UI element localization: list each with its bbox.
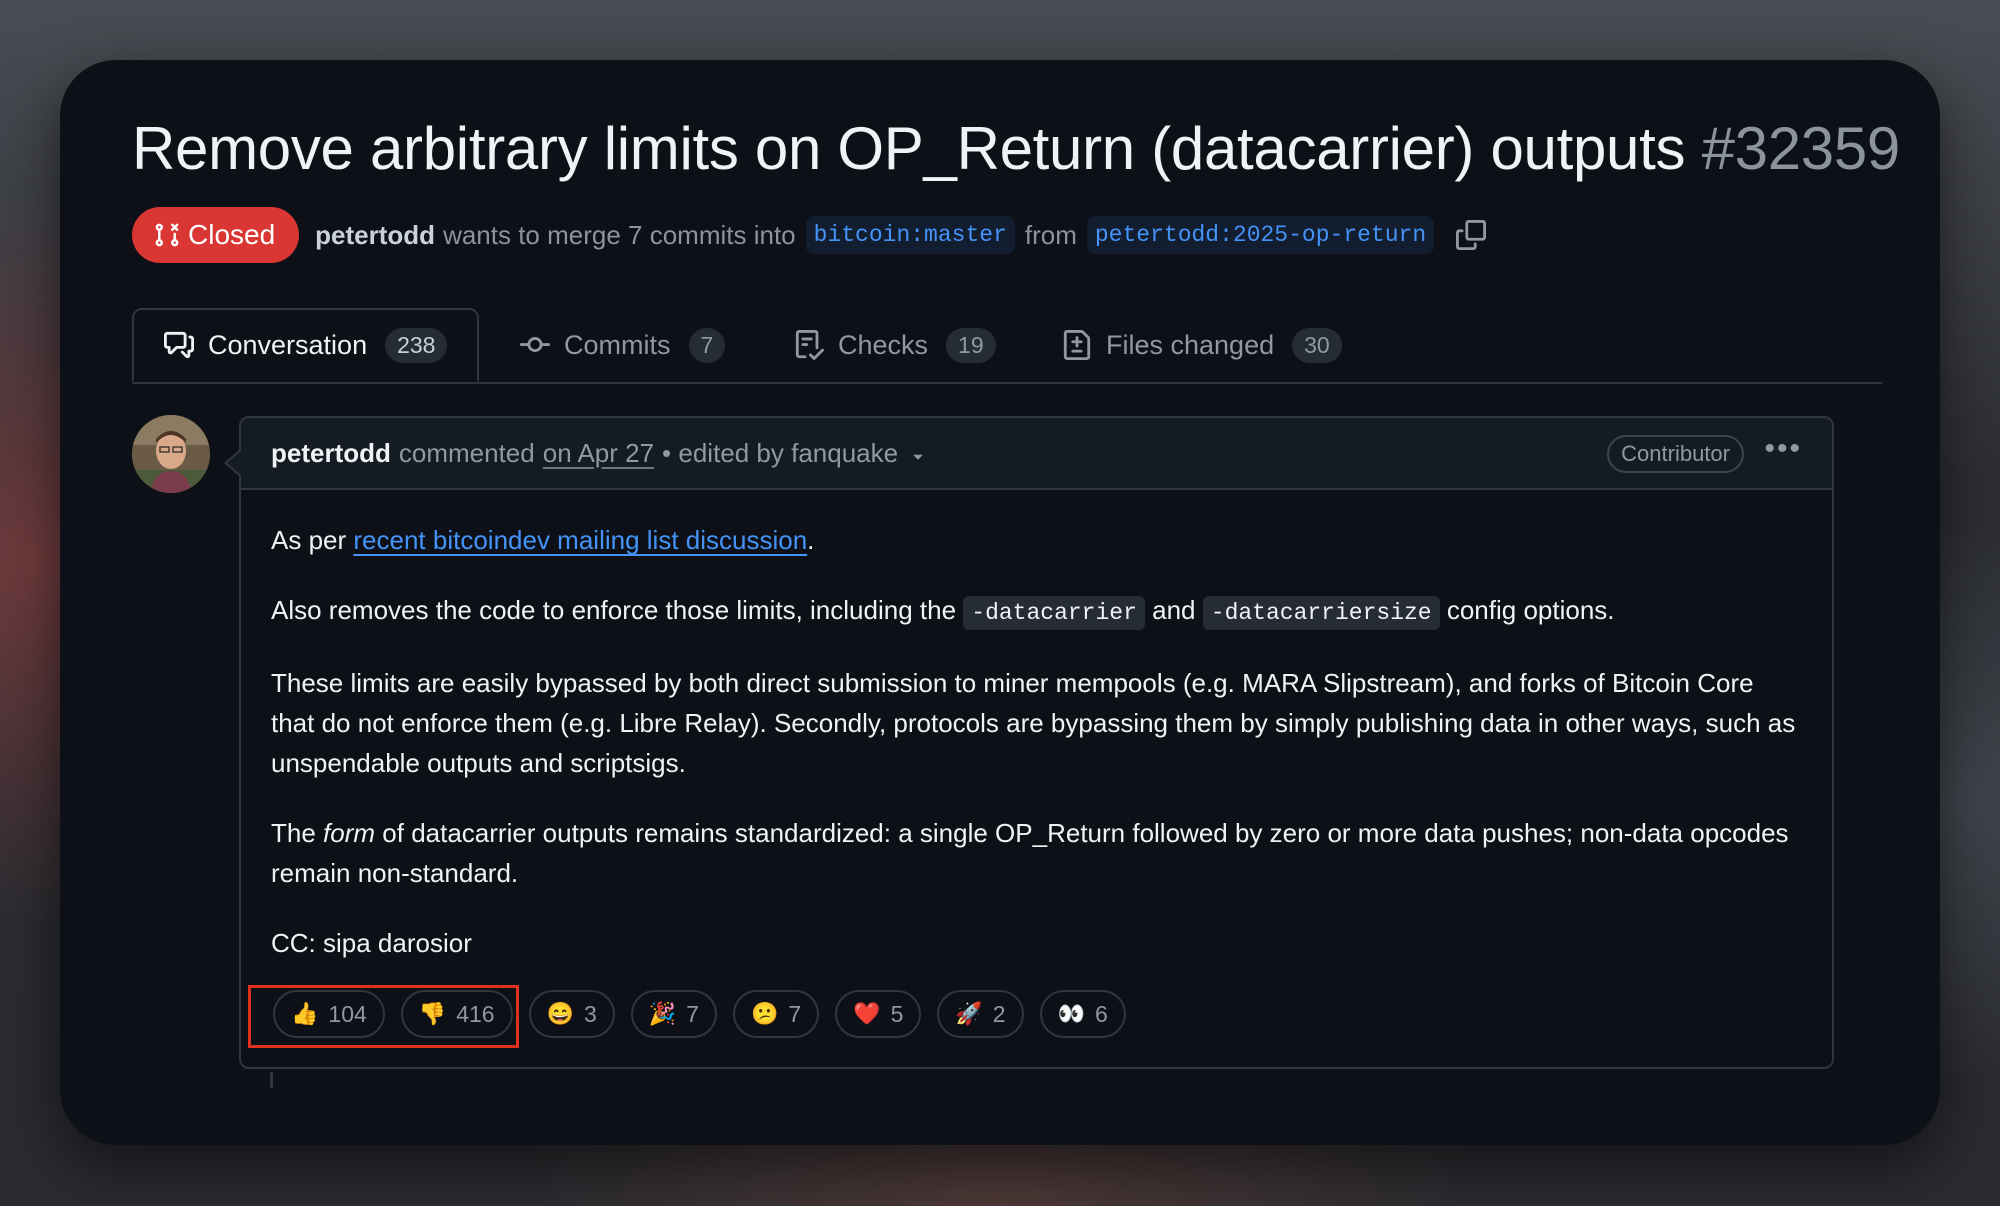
reaction-count: 7 <box>686 1000 699 1027</box>
tab-count: 30 <box>1292 327 1342 363</box>
pr-number: #32359 <box>1701 115 1901 182</box>
merge-text: wants to merge 7 commits into <box>443 219 796 250</box>
reaction-heart[interactable]: ❤️ 5 <box>835 990 922 1038</box>
text: and <box>1152 595 1196 625</box>
tab-label: Files changed <box>1106 329 1275 360</box>
contributor-badge: Contributor <box>1607 435 1744 473</box>
page-title: Remove arbitrary limits on OP_Return (da… <box>132 114 1900 183</box>
comment-arrow-inner <box>227 451 241 475</box>
kebab-menu-icon[interactable]: ••• <box>1764 432 1802 466</box>
comment-discussion-icon <box>164 331 194 359</box>
avatar[interactable] <box>132 415 210 493</box>
base-branch[interactable]: bitcoin:master <box>805 216 1015 254</box>
code-datacarriersize: -datacarriersize <box>1202 596 1440 630</box>
emphasis: form <box>323 818 376 848</box>
hooray-icon: 🎉 <box>648 1001 677 1026</box>
comment-header: petertodd commented on Apr 27 • edited b… <box>241 418 1832 490</box>
caret-down-icon[interactable] <box>908 446 928 466</box>
text: . <box>807 525 815 555</box>
reaction-laugh[interactable]: 😄 3 <box>528 990 615 1038</box>
paragraph: Also removes the code to enforce those l… <box>271 590 1802 633</box>
tab-label: Commits <box>564 329 671 360</box>
laugh-icon: 😄 <box>546 1001 574 1026</box>
reaction-count: 2 <box>992 1000 1006 1027</box>
pr-title: Remove arbitrary limits on OP_Return (da… <box>132 115 1686 182</box>
git-pull-request-closed-icon <box>155 223 179 247</box>
edited-by[interactable]: • edited by fanquake <box>662 438 898 469</box>
tab-checks[interactable]: Checks 19 <box>794 308 996 382</box>
paragraph: CC: sipa darosior <box>271 928 472 958</box>
text: As per <box>271 525 347 555</box>
mailing-list-link[interactable]: recent bitcoindev mailing list discussio… <box>353 525 807 555</box>
comment-box: petertodd commented on Apr 27 • edited b… <box>239 416 1834 1069</box>
tab-label: Conversation <box>208 329 368 360</box>
reaction-hooray[interactable]: 🎉 7 <box>630 990 717 1038</box>
head-branch[interactable]: petertodd:2025-op-return <box>1086 216 1435 254</box>
tab-files-changed[interactable]: Files changed 30 <box>1062 308 1342 382</box>
git-commit-icon <box>520 337 550 353</box>
file-diff-icon <box>1063 330 1091 360</box>
pr-meta: Closed petertodd wants to merge 7 commit… <box>132 207 1487 263</box>
tab-label: Checks <box>838 329 929 360</box>
code-datacarrier: -datacarrier <box>963 596 1145 630</box>
tab-count: 7 <box>688 327 726 363</box>
reaction-rocket[interactable]: 🚀 2 <box>937 990 1024 1038</box>
rocket-icon: 🚀 <box>955 1001 983 1026</box>
pr-tabs: Conversation 238 Commits 7 Checks 19 Fil… <box>132 308 1882 384</box>
tab-conversation[interactable]: Conversation 238 <box>132 308 480 382</box>
paragraph: These limits are easily bypassed by both… <box>271 668 1796 778</box>
pr-author-link[interactable]: petertodd <box>315 220 435 251</box>
copy-icon[interactable] <box>1456 220 1487 250</box>
status-label: Closed <box>188 219 276 250</box>
reaction-confused[interactable]: 😕 7 <box>732 990 820 1038</box>
text: config options. <box>1446 595 1615 625</box>
text: The <box>271 818 316 848</box>
comment-body: As per recent bitcoindev mailing list di… <box>241 490 1832 963</box>
from-text: from <box>1024 219 1077 250</box>
tab-commits[interactable]: Commits 7 <box>520 308 726 382</box>
paragraph: As per recent bitcoindev mailing list di… <box>271 520 1802 560</box>
confused-icon: 😕 <box>750 1001 779 1026</box>
tab-count: 238 <box>385 327 448 363</box>
reaction-count: 3 <box>583 1000 597 1027</box>
comment-date-link[interactable]: on Apr 27 <box>543 438 654 469</box>
annotation-highlight-box <box>248 985 519 1048</box>
comment-author-link[interactable]: petertodd <box>271 438 391 469</box>
reaction-count: 7 <box>788 1000 802 1027</box>
checklist-icon <box>795 330 824 360</box>
heart-icon: ❤️ <box>853 1001 881 1026</box>
tab-count: 19 <box>946 327 996 363</box>
reaction-count: 6 <box>1094 1000 1108 1027</box>
status-badge: Closed <box>132 207 300 263</box>
pull-request-card: Remove arbitrary limits on OP_Return (da… <box>60 60 1940 1145</box>
reaction-eyes[interactable]: 👀 6 <box>1039 990 1126 1038</box>
comment-action: commented <box>398 437 535 468</box>
eyes-icon: 👀 <box>1057 1001 1085 1026</box>
timeline-line <box>270 1072 273 1088</box>
reaction-count: 5 <box>890 1000 904 1027</box>
paragraph: The form of datacarrier outputs remains … <box>271 813 1802 893</box>
text: Also removes the code to enforce those l… <box>271 595 957 625</box>
text: of datacarrier outputs remains standardi… <box>271 818 1789 888</box>
